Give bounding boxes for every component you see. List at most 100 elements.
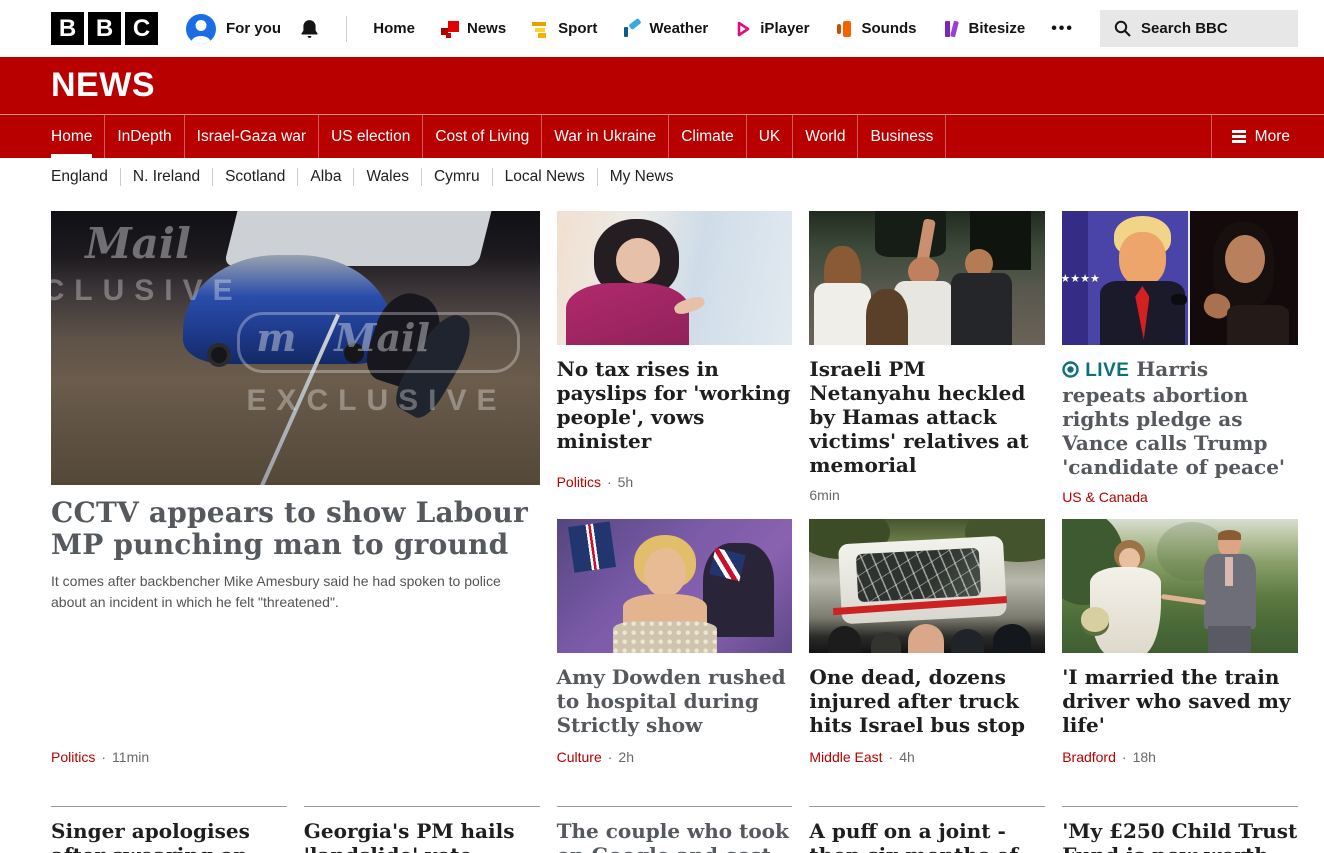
nav-business[interactable]: Business — [858, 115, 946, 158]
topnav-bitesize[interactable]: Bitesize — [942, 20, 1025, 38]
story-image[interactable] — [1062, 519, 1298, 653]
story-image[interactable] — [809, 519, 1045, 653]
category-link[interactable]: Middle East — [809, 749, 882, 765]
account-icon-body — [191, 36, 211, 44]
weather-logo-icon — [623, 20, 641, 38]
meta-separator — [1122, 749, 1127, 765]
sounds-logo-icon — [835, 20, 853, 38]
story-headline[interactable]: 'I married the train driver who saved my… — [1062, 665, 1298, 737]
nav-us-election[interactable]: US election — [319, 115, 423, 158]
story-headline[interactable]: Singer apologises after swearing on live… — [51, 819, 287, 853]
iplayer-logo-icon — [734, 20, 752, 38]
for-you-button[interactable]: For you — [186, 14, 281, 44]
shirt-shape — [814, 283, 871, 345]
more-options-dots[interactable]: ••• — [1051, 20, 1074, 38]
story-image[interactable] — [809, 211, 1045, 345]
watermark-mail: Mail — [334, 315, 430, 360]
face-shape — [644, 548, 686, 596]
topnav-weather-label: Weather — [649, 20, 708, 37]
nav-more-button[interactable]: More — [1211, 115, 1324, 158]
timestamp: 6min — [809, 487, 839, 503]
nav-home[interactable]: Home — [39, 115, 105, 158]
story-headline[interactable]: Georgia's PM hails 'landslide' vote — [304, 819, 540, 853]
sport-logo-icon — [532, 20, 550, 38]
subnav-england[interactable]: England — [51, 168, 121, 186]
subnav-local-news[interactable]: Local News — [493, 168, 598, 186]
nav-cost-of-living[interactable]: Cost of Living — [423, 115, 542, 158]
story-card: A puff on a joint - then six months of f… — [809, 806, 1045, 853]
subnav-cymru[interactable]: Cymru — [422, 168, 493, 186]
category-link[interactable]: Politics — [51, 749, 95, 765]
story-headline[interactable]: Amy Dowden rushed to hospital during Str… — [557, 665, 793, 737]
nav-israel-gaza-war[interactable]: Israel-Gaza war — [185, 115, 319, 158]
topnav-home[interactable]: Home — [373, 20, 415, 37]
meta-separator — [607, 474, 612, 490]
bitesize-logo-icon — [942, 20, 960, 38]
meta-separator — [889, 749, 894, 765]
meta-separator — [101, 749, 106, 765]
story-headline[interactable]: No tax rises in payslips for 'working pe… — [557, 357, 793, 453]
nav-world[interactable]: World — [793, 115, 858, 158]
story-headline[interactable]: The couple who took on Google and cost t… — [557, 819, 793, 853]
story-headline[interactable]: Israeli PM Netanyahu heckled by Hamas at… — [809, 357, 1045, 477]
notifications-bell-icon[interactable] — [299, 18, 320, 40]
rig-shape — [875, 211, 946, 257]
story-image[interactable] — [557, 519, 793, 653]
flag-stars-strip: ★★★★★ — [1062, 211, 1088, 345]
holding-hands-shape — [1161, 594, 1206, 606]
topnav-iplayer[interactable]: iPlayer — [734, 20, 809, 38]
story-headline-live[interactable]: LIVE Harris repeats abortion rights pled… — [1062, 357, 1298, 479]
story-image[interactable]: ★★★★★ — [1062, 211, 1298, 345]
subnav-alba[interactable]: Alba — [298, 168, 354, 186]
top-stories-grid: Mail EXCLUSIVE m Mail EXCLUSIVE CCTV app… — [0, 196, 1324, 765]
topnav-news[interactable]: News — [441, 20, 506, 38]
story-card: The couple who took on Google and cost t… — [557, 806, 793, 853]
subnav-scotland[interactable]: Scotland — [213, 168, 298, 186]
topnav-weather[interactable]: Weather — [623, 20, 708, 38]
divider — [346, 16, 347, 42]
story-headline[interactable]: A puff on a joint - then six months of f… — [809, 819, 1045, 853]
category-link[interactable]: Bradford — [1062, 749, 1116, 765]
top-bar: B B C For you Home News Sport Weather — [0, 0, 1324, 57]
nav-indepth[interactable]: InDepth — [105, 115, 184, 158]
torso-shape — [951, 273, 1012, 345]
subnav-wales[interactable]: Wales — [354, 168, 422, 186]
subnav-n-ireland[interactable]: N. Ireland — [121, 168, 213, 186]
topnav-sport[interactable]: Sport — [532, 20, 597, 38]
watermark-mail: Mail — [85, 219, 191, 268]
timestamp: 2h — [618, 749, 634, 765]
timestamp: 11min — [112, 749, 149, 765]
nav-uk[interactable]: UK — [747, 115, 794, 158]
section-title[interactable]: NEWS — [51, 66, 155, 105]
category-link[interactable]: Politics — [557, 474, 601, 490]
subnav-my-news[interactable]: My News — [598, 168, 686, 186]
search-input[interactable]: Search BBC — [1100, 10, 1298, 47]
story-headline[interactable]: 'My £250 Child Trust Fund is now worth o… — [1062, 819, 1298, 853]
lead-headline[interactable]: CCTV appears to show Labour MP punching … — [51, 497, 540, 561]
story-image[interactable] — [557, 211, 793, 345]
union-jack-flag — [568, 522, 616, 573]
groom-tie-shape — [1225, 557, 1233, 586]
more-stories-row: Singer apologises after swearing on live… — [0, 806, 1324, 853]
mic-shape — [1171, 294, 1188, 305]
news-logo-icon — [441, 20, 459, 38]
story-meta: 6min — [809, 477, 1045, 503]
story-meta: Culture 2h — [557, 739, 793, 765]
story-headline[interactable]: One dead, dozens injured after truck hit… — [809, 665, 1045, 737]
category-link[interactable]: Culture — [557, 749, 602, 765]
lead-story-image[interactable]: Mail EXCLUSIVE m Mail EXCLUSIVE — [51, 211, 540, 485]
nav-war-in-ukraine[interactable]: War in Ukraine — [542, 115, 669, 158]
live-icon — [1062, 361, 1079, 378]
live-badge: LIVE — [1062, 357, 1129, 381]
for-you-label: For you — [226, 20, 281, 37]
topnav-sport-label: Sport — [558, 20, 597, 37]
crowd-head — [951, 629, 984, 653]
topnav-sounds[interactable]: Sounds — [835, 20, 916, 38]
nav-climate[interactable]: Climate — [669, 115, 747, 158]
category-link[interactable]: US & Canada — [1062, 489, 1148, 505]
windshield-shape — [855, 548, 980, 603]
bbc-logo[interactable]: B B C — [51, 12, 158, 45]
crowd-head — [993, 624, 1031, 653]
watermark-exclusive: EXCLUSIVE — [51, 274, 243, 308]
nav-more-label: More — [1255, 128, 1290, 146]
